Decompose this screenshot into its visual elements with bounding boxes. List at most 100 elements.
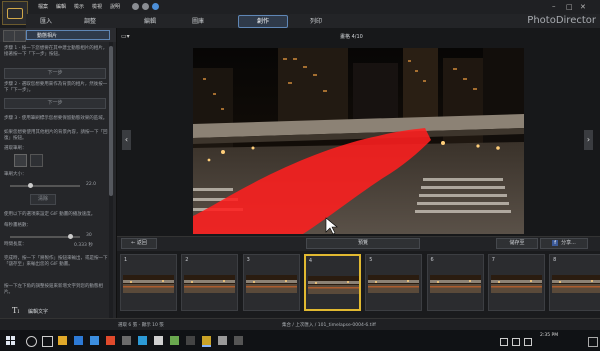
film-frame[interactable]: 5 [365,254,423,311]
frame-thumbnail [307,276,359,294]
frame-number: 6 [430,257,434,263]
tab-library[interactable]: 圖庫 [192,16,204,25]
left-panel: 動態相片 步驟 1 - 按一下您想要在其中建立動態相片的相片，接著按一下「下一步… [0,28,117,332]
film-frame[interactable]: 4 [303,254,361,311]
previous-arrow-icon[interactable]: ‹ [122,130,131,150]
app-icon-4[interactable] [186,336,195,345]
selection-status: 選取 6 張 - 顯示 10 張 [118,323,164,328]
app-icon-1[interactable] [138,336,147,345]
facebook-icon: f [552,239,559,246]
left-panel-header: 動態相片 [0,28,116,42]
scrollbar-thumb[interactable] [109,46,113,196]
frame-number: 8 [553,257,557,263]
step2-text: 步驟 2 - 選取您想要用來作為背景的相片，然後按一下「下一步」。 [4,82,108,93]
app-icon-6[interactable] [234,336,243,345]
home-icon[interactable] [152,3,159,10]
frame-number: 5 [369,257,373,263]
search-icon[interactable] [26,336,37,347]
film-frame[interactable]: 8 [549,254,600,311]
frame-number: 3 [246,257,250,263]
windows-start-icon[interactable] [6,336,15,345]
brush-icon[interactable] [14,154,27,167]
display-mode-icon[interactable]: ▭▾ [121,33,130,40]
notification-icon[interactable] [588,337,598,347]
brush-size-slider[interactable] [10,185,80,187]
left-panel-scrollbar[interactable] [109,42,113,332]
mail-icon[interactable] [90,336,99,345]
close-icon[interactable]: ✕ [580,3,586,11]
frame-number: 4 [308,258,313,264]
reset-button[interactable]: 清除 [30,194,56,205]
frame-thumbnail [123,275,174,293]
frame-number: 7 [491,257,495,263]
share-button[interactable]: f 分享... [540,238,588,249]
maximize-icon[interactable]: □ [566,3,573,11]
app-icon-5[interactable] [218,336,227,345]
tab-create[interactable]: 創作 [238,15,288,28]
volume-icon[interactable] [512,338,520,346]
frame-thumbnail [245,275,297,293]
film-frame[interactable]: 7 [487,254,545,311]
app-icon-2[interactable] [154,336,163,345]
tab-edit[interactable]: 編輯 [144,16,156,25]
taskbar-clock: 2:35 PM [540,333,559,338]
menu-view[interactable]: 檢視 [92,3,102,10]
preview-image[interactable] [193,48,524,234]
app-logo [2,1,28,25]
frame-thumbnail [368,275,420,293]
file-explorer-icon[interactable] [58,336,67,345]
next-button-2[interactable]: 下一步 [4,98,106,109]
task-view-icon[interactable] [42,336,53,347]
frame-thumbnail [429,275,481,293]
store-icon[interactable] [122,336,131,345]
brush-size-label: 筆刷大小： [4,172,27,177]
motion-photo-tab[interactable]: 動態相片 [26,30,110,40]
collection-path: 集合 / 上次匯入 / 101_timelapse-0004-6.tiff [282,323,376,328]
film-frame[interactable]: 2 [181,254,239,311]
back-button[interactable]: ← 返回 [121,238,157,249]
speed-label: 每秒畫格數： [4,223,31,228]
duration-value: 0.333 秒 [74,243,93,248]
next-arrow-icon[interactable]: › [584,130,593,150]
brush-size-value: 22.0 [86,182,97,187]
step3-text: 步驟 3 - 使用筆刷標示您想要保留動態效果的區域。 [4,116,108,121]
undo-icon[interactable] [132,3,139,10]
speed-handle[interactable] [68,234,73,239]
panel-mode-icon[interactable] [14,30,26,42]
brand-label: PhotoDirector [527,15,596,26]
finish-text: 完成時，按一下「將製作」按鈕來輸出，或是按一下「儲存至」來輸出您的 GIF 動畫… [4,256,108,267]
menu-help[interactable]: 說明 [110,3,120,10]
app-icon-3[interactable] [170,336,179,345]
eraser-icon[interactable] [30,154,43,167]
text-tool-icon[interactable]: TI [12,306,19,315]
edit-text-button[interactable]: 編輯文字 [28,308,48,315]
redo-icon[interactable] [142,3,149,10]
edge-icon[interactable] [74,336,83,345]
save-to-button[interactable]: 儲存至 [496,238,538,249]
minimize-icon[interactable]: – [552,2,556,10]
film-frame[interactable]: 3 [242,254,300,311]
frame-thumbnail [490,275,542,293]
film-frame[interactable]: 6 [426,254,484,311]
network-icon[interactable] [500,338,508,346]
film-frame[interactable]: 1 [120,254,177,311]
office-icon[interactable] [106,336,115,345]
step4-text: 使用以下的選項來設定 GIF 動畫的播放速度。 [4,212,96,217]
tab-adjust[interactable]: 調整 [84,16,96,25]
photodirector-taskbar-icon[interactable] [202,336,211,347]
menu-file[interactable]: 檔案 [38,3,48,10]
tab-print[interactable]: 列印 [310,16,322,25]
next-button-1[interactable]: 下一步 [4,68,106,79]
preview-button[interactable]: 預覽 [306,238,420,249]
brush-size-handle[interactable] [28,183,33,188]
frame-number: 1 [124,257,128,263]
tab-import[interactable]: 匯入 [40,16,52,25]
menu-photo[interactable]: 檢示 [74,3,84,10]
battery-icon[interactable] [524,338,532,346]
night-street-photo [193,48,524,234]
step1-text: 步驟 1 - 按一下您想要在其中建立動態相片的相片，接著按一下「下一步」按鈕。 [4,46,108,57]
mode-tabs: 匯入 調整 編輯 圖庫 創作 列印 [26,14,600,28]
step3b-text: 如果您想要使用其他相片的背景內容，請按一下「回復」按鈕。 [4,130,108,141]
title-bar [0,0,600,14]
menu-edit[interactable]: 編輯 [56,3,66,10]
